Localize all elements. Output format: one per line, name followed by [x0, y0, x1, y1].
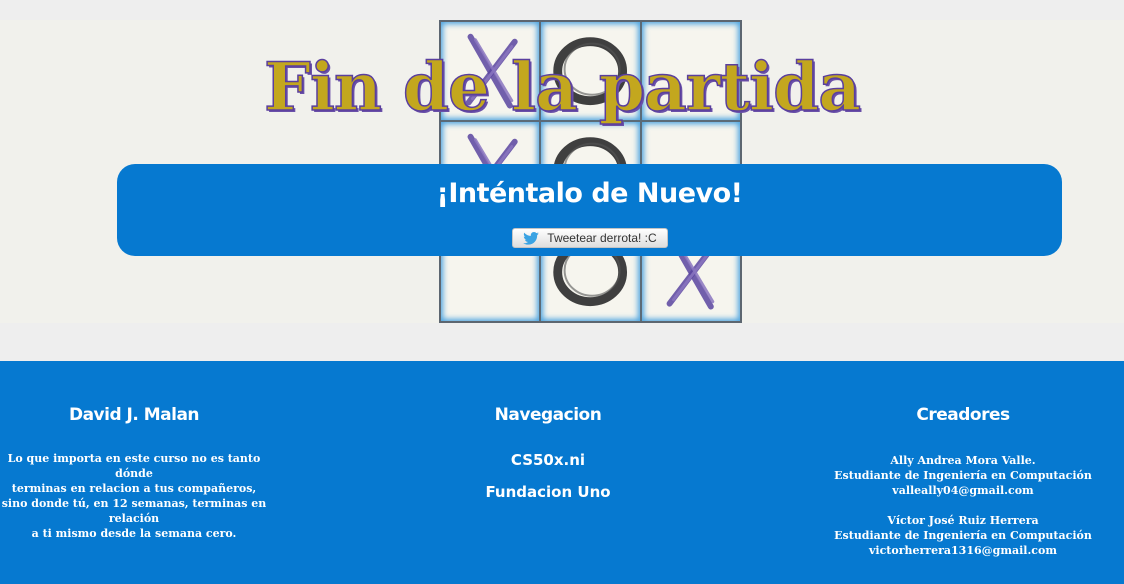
- tweet-button[interactable]: Tweetear derrota! :C: [512, 228, 668, 248]
- footer-creators: Creadores Ally Andrea Mora Valle. Estudi…: [830, 405, 1096, 558]
- quote-line: Lo que importa en este curso no es tanto…: [7, 452, 261, 480]
- navigation-heading: Navegacion: [494, 405, 602, 425]
- game-over-title: Fin de la partida: [263, 47, 861, 127]
- twitter-bird-icon: [523, 231, 540, 245]
- tweet-button-label: Tweetear derrota! :C: [547, 231, 657, 245]
- creator-role: Estudiante de Ingeniería en Computación: [834, 529, 1092, 542]
- quote-text: Lo que importa en este curso no es tanto…: [0, 451, 268, 541]
- creator-email[interactable]: valleally04@gmail.com: [830, 483, 1096, 498]
- creators-list: Ally Andrea Mora Valle. Estudiante de In…: [830, 453, 1096, 558]
- creator-name: Víctor José Ruiz Herrera: [887, 514, 1039, 527]
- creator-email[interactable]: victorherrera1316@gmail.com: [830, 543, 1096, 558]
- quote-author: David J. Malan: [68, 405, 200, 425]
- nav-link-cs50x[interactable]: CS50x.ni: [448, 451, 648, 469]
- creators-heading: Creadores: [916, 405, 1010, 425]
- nav-link-fundacion-uno[interactable]: Fundacion Uno: [448, 483, 648, 501]
- quote-line: terminas en relacion a tus compañeros,: [11, 482, 257, 495]
- result-banner: ¡Inténtalo de Nuevo! Tweetear derrota! :…: [117, 164, 1062, 256]
- quote-line: sino donde tú, en 12 semanas, terminas e…: [1, 497, 267, 525]
- creator-role: Estudiante de Ingeniería en Computación: [834, 469, 1092, 482]
- footer-navigation: Navegacion CS50x.ni Fundacion Uno: [448, 405, 648, 501]
- creator-name: Ally Andrea Mora Valle.: [890, 454, 1036, 467]
- result-message: ¡Inténtalo de Nuevo!: [436, 178, 743, 209]
- footer: David J. Malan Lo que importa en este cu…: [0, 361, 1124, 584]
- quote-line: a ti mismo desde la semana cero.: [31, 527, 237, 540]
- footer-quote-section: David J. Malan Lo que importa en este cu…: [0, 405, 268, 541]
